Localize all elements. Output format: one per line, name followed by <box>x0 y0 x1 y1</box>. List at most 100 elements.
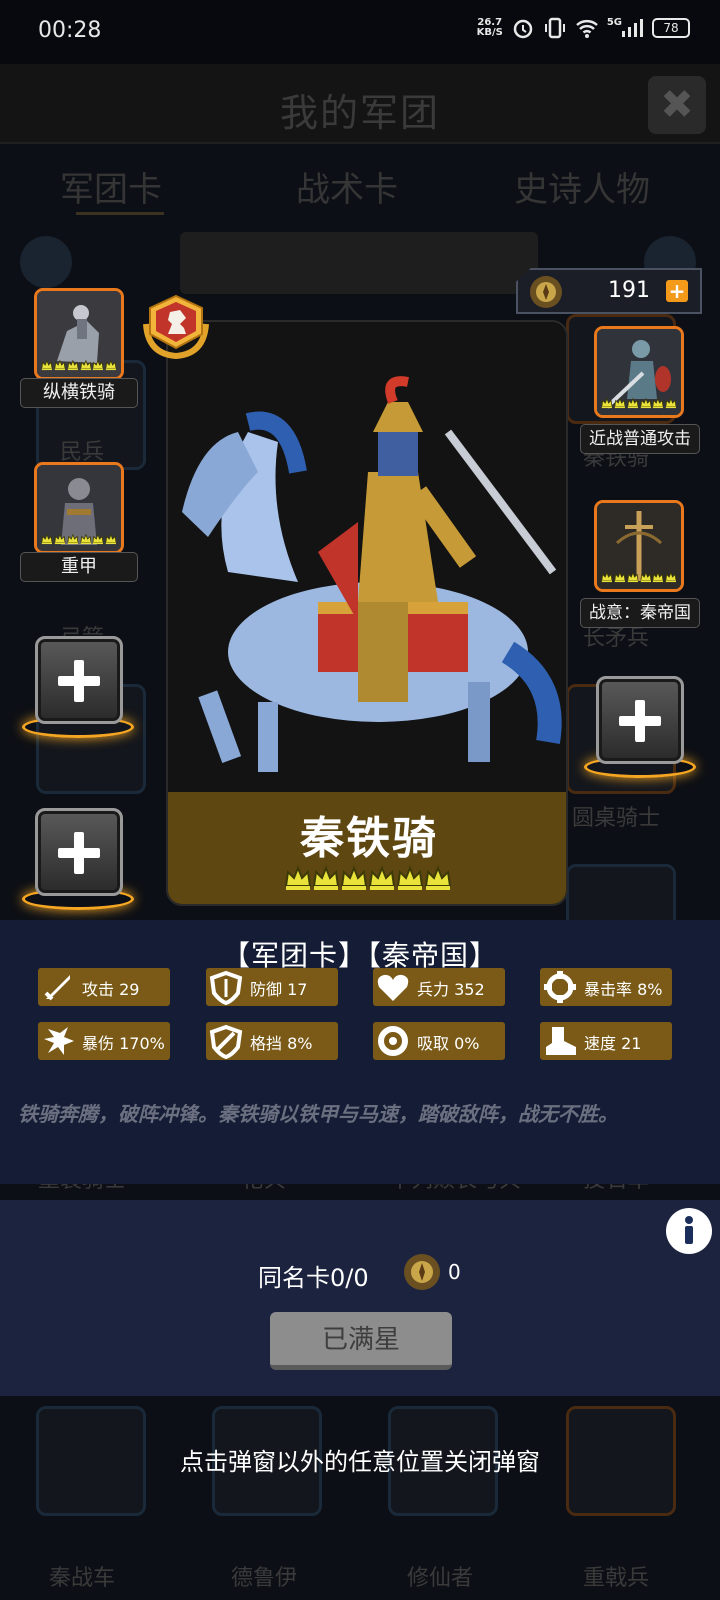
right-slot-label-1: 近战普通攻击 <box>580 424 700 454</box>
burst-icon <box>44 1027 74 1055</box>
crown-star-icon <box>284 865 312 890</box>
crown-star-icon <box>79 359 91 371</box>
bg-card-label: 德鲁伊 <box>230 1566 297 1591</box>
star-row <box>41 359 117 373</box>
stat-label: 速度 21 <box>584 1034 642 1053</box>
tab-tactic-cards[interactable]: 战术卡 <box>296 162 398 211</box>
add-slot-button[interactable] <box>596 676 684 764</box>
crown-star-icon <box>424 865 452 890</box>
stat-chip: 暴伤 170% <box>38 1022 170 1060</box>
crown-star-icon <box>396 865 424 890</box>
star-row <box>601 571 677 585</box>
max-stars-button[interactable]: 已满星 <box>270 1312 452 1370</box>
left-slot-label-2: 重甲 <box>20 552 138 582</box>
crown-star-icon <box>601 397 613 409</box>
star-row <box>41 533 117 547</box>
stat-chip: 攻击 29 <box>38 968 170 1006</box>
bg-card-label: 秦战车 <box>48 1566 115 1591</box>
crit-target-icon <box>544 971 576 1003</box>
crown-star-icon <box>54 359 66 371</box>
stat-label: 攻击 29 <box>82 980 140 999</box>
search-bar[interactable] <box>180 232 538 294</box>
card-name: 秦铁骑 <box>300 813 438 864</box>
card-description: 铁骑奔腾，破阵冲锋。秦铁骑以铁甲与马速，踏破敌阵，战无不胜。 <box>18 1102 618 1126</box>
card-name-band: 秦铁骑 <box>168 792 566 904</box>
unit-card: 秦铁骑 <box>166 320 568 906</box>
crown-star-icon <box>639 397 651 409</box>
chess-knight-rank-icon <box>143 294 209 360</box>
add-currency-button[interactable]: + <box>666 280 688 302</box>
crown-star-icon <box>67 533 79 545</box>
close-icon[interactable]: ✖ <box>648 76 706 134</box>
crown-star-icon <box>627 571 639 583</box>
left-slot-formation[interactable] <box>34 288 124 380</box>
bg-card-label: 修仙者 <box>406 1566 473 1591</box>
network-speed-unit: KB/S <box>476 27 503 38</box>
block-shield-icon <box>209 1024 243 1059</box>
stat-chip: 暴击率 8% <box>540 968 672 1006</box>
unit-info-panel: 【军团卡】【秦帝国】 攻击 29 防御 17 兵力 352 暴击率 8% 暴伤 170%… <box>0 920 720 1184</box>
crown-star-icon <box>652 571 664 583</box>
crown-star-icon <box>105 533 117 545</box>
stat-chip: 速度 21 <box>540 1022 672 1060</box>
status-time: 00:28 <box>38 18 102 43</box>
vibrate-icon <box>544 17 565 39</box>
crown-star-icon <box>665 571 677 583</box>
tab-legion-cards[interactable]: 军团卡 <box>60 162 162 211</box>
crown-star-icon <box>614 397 626 409</box>
crown-star-icon <box>41 359 53 371</box>
stat-chip: 兵力 352 <box>373 968 505 1006</box>
close-hint: 点击弹窗以外的任意位置关闭弹窗 <box>180 1448 540 1476</box>
card-star-row <box>284 864 452 892</box>
currency-value: 191 <box>608 278 650 303</box>
stat-label: 格挡 8% <box>250 1034 313 1053</box>
bg-header: 我的军团 ✖ <box>0 64 720 144</box>
left-slot-armor[interactable] <box>34 462 124 554</box>
crown-star-icon <box>652 397 664 409</box>
cavalry-portrait-icon <box>168 322 566 792</box>
status-bar: 00:28 26.7 KB/S 5G 78 <box>0 0 720 64</box>
stat-label: 兵力 352 <box>417 980 485 999</box>
tab-underline <box>76 212 164 215</box>
shield-icon <box>209 970 243 1005</box>
wifi-icon <box>575 20 598 38</box>
list-menu-icon[interactable] <box>20 236 72 288</box>
right-slot-label-2: 战意：秦帝国 <box>580 598 700 628</box>
signal-icon <box>622 19 643 37</box>
boot-icon <box>546 1027 576 1055</box>
crown-star-icon <box>105 359 117 371</box>
left-slot-label-1: 纵横铁骑 <box>20 378 138 408</box>
sword-icon <box>44 975 70 1001</box>
crown-star-icon <box>614 571 626 583</box>
crown-star-icon <box>368 865 396 890</box>
battery-icon: 78 <box>652 18 690 38</box>
stat-chip: 防御 17 <box>206 968 338 1006</box>
tab-epic-heroes[interactable]: 史诗人物 <box>514 162 650 211</box>
crown-star-icon <box>79 533 91 545</box>
add-slot-button[interactable] <box>35 808 123 896</box>
right-slot-attack[interactable] <box>594 326 684 418</box>
crown-star-icon <box>627 397 639 409</box>
currency-counter: 191 + <box>516 268 702 314</box>
same-card-count: 同名卡0/0 <box>258 1264 369 1292</box>
star-row <box>601 397 677 411</box>
stat-label: 防御 17 <box>250 980 308 999</box>
status-icons: 26.7 KB/S 5G 78 <box>477 16 690 40</box>
right-slot-spirit[interactable] <box>594 500 684 592</box>
network-speed: 26.7 KB/S <box>477 18 503 38</box>
crown-star-icon <box>639 571 651 583</box>
crown-star-icon <box>340 865 368 890</box>
add-slot-button[interactable] <box>35 636 123 724</box>
crown-star-icon <box>67 359 79 371</box>
crown-star-icon <box>92 359 104 371</box>
crown-star-icon <box>92 533 104 545</box>
page-title: 我的军团 <box>279 91 440 135</box>
laurel-emblem-icon <box>530 276 562 308</box>
info-icon[interactable] <box>666 1208 712 1254</box>
bg-card-label: 重戟兵 <box>582 1566 649 1591</box>
crown-star-icon <box>312 865 340 890</box>
stat-chip: 吸取 0% <box>373 1022 505 1060</box>
crown-star-icon <box>54 533 66 545</box>
crown-star-icon <box>665 397 677 409</box>
crown-star-icon <box>41 533 53 545</box>
